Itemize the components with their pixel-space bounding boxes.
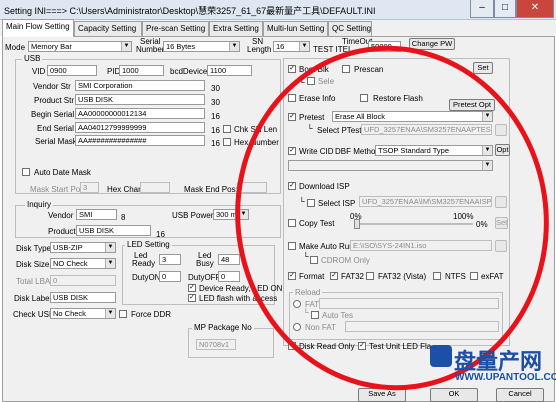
annotation-overlay	[235, 45, 549, 391]
tab-main-flow[interactable]: Main Flow Setting	[2, 19, 74, 37]
brand-logo-icon	[430, 345, 452, 367]
watermark-url: WWW.UPANTOOL.COM	[455, 372, 556, 383]
